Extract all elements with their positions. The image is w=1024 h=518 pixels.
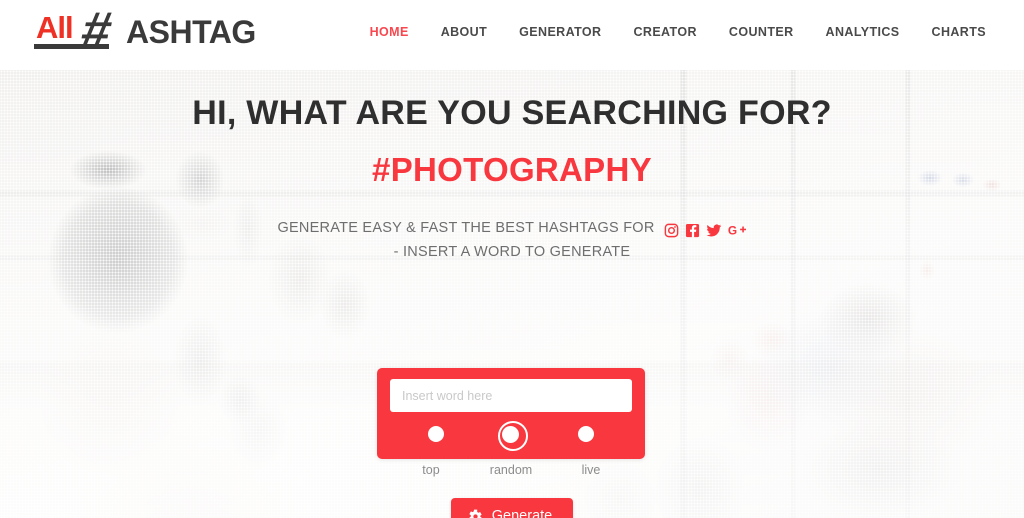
generate-button-label: Generate: [491, 508, 553, 518]
nav-item-analytics[interactable]: ANALYTICS: [810, 25, 916, 39]
google-plus-icon[interactable]: G: [728, 223, 747, 238]
radio-dot: [502, 425, 520, 443]
radio-option-top[interactable]: [422, 420, 450, 448]
svg-text:G: G: [728, 223, 737, 237]
tagline-row-one: GENERATE EASY & FAST THE BEST HASHTAGS F…: [277, 217, 746, 240]
logo-text-ashtag: ASHTAG: [126, 14, 256, 50]
hero-section: HI, WHAT ARE YOU SEARCHING FOR? #PHOTOGR…: [0, 70, 1024, 518]
search-input[interactable]: [390, 379, 632, 412]
instagram-icon[interactable]: [664, 223, 679, 238]
nav-item-about[interactable]: ABOUT: [425, 25, 503, 39]
site-logo[interactable]: All # ASHTAG: [34, 2, 256, 62]
main-navigation: HOME ABOUT GENERATOR CREATOR COUNTER ANA…: [354, 25, 1002, 39]
site-header: All # ASHTAG HOME ABOUT GENERATOR CREATO…: [0, 0, 1024, 70]
nav-item-charts[interactable]: CHARTS: [916, 25, 1002, 39]
logo-text-all: All: [36, 10, 74, 45]
nav-item-home[interactable]: HOME: [354, 25, 425, 39]
nav-item-generator[interactable]: GENERATOR: [503, 25, 617, 39]
radio-label-live[interactable]: live: [561, 463, 621, 477]
radio-dot: [428, 426, 445, 442]
radio-option-live[interactable]: [572, 420, 600, 448]
hero-subheadline: #PHOTOGRAPHY: [372, 151, 652, 189]
generate-button-wrapper: Generate: [0, 498, 1024, 518]
radio-label-top[interactable]: top: [401, 463, 461, 477]
social-icon-group: G: [664, 223, 747, 238]
gear-icon: [468, 509, 483, 518]
nav-item-counter[interactable]: COUNTER: [713, 25, 810, 39]
search-mode-labels: top random live: [377, 463, 645, 477]
nav-item-creator[interactable]: CREATOR: [617, 25, 712, 39]
facebook-icon[interactable]: [685, 223, 700, 238]
hero-headline: HI, WHAT ARE YOU SEARCHING FOR?: [192, 94, 832, 132]
hashtag-search-form: [377, 368, 645, 459]
generate-button[interactable]: Generate: [450, 498, 574, 518]
tagline-row-two: - INSERT A WORD TO GENERATE: [393, 243, 631, 260]
radio-dot: [577, 426, 594, 442]
radio-option-random[interactable]: [497, 420, 528, 451]
logo-hash-symbol: #: [76, 2, 117, 60]
radio-label-random[interactable]: random: [481, 463, 541, 477]
tagline-text-primary: GENERATE EASY & FAST THE BEST HASHTAGS F…: [277, 220, 655, 237]
page-root: All # ASHTAG HOME ABOUT GENERATOR CREATO…: [0, 0, 1024, 518]
hero-tagline: GENERATE EASY & FAST THE BEST HASHTAGS F…: [0, 217, 1024, 264]
twitter-icon[interactable]: [706, 223, 722, 238]
search-mode-radio-group: [377, 420, 645, 451]
